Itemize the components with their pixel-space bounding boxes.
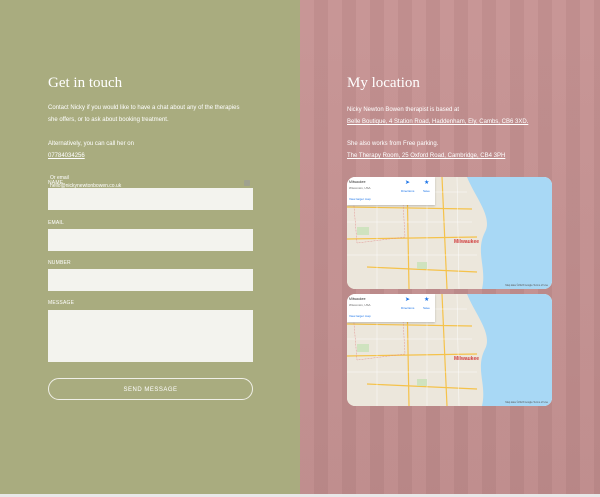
contact-heading: Get in touch	[48, 75, 123, 91]
also-works: She also works from	[347, 141, 402, 147]
map-city-label: Milwaukee	[454, 356, 480, 362]
save-star-icon[interactable]: ★	[424, 179, 429, 186]
email-field-label: EMAIL	[48, 220, 65, 226]
save-link[interactable]: Save	[423, 306, 430, 310]
map-place-card: Milwaukee Wisconsin, USA View larger map…	[347, 294, 435, 322]
save-link[interactable]: Save	[423, 189, 430, 193]
map-place-region: Wisconsin, USA	[349, 303, 371, 307]
address-link-1[interactable]: Belle Boutique, 4 Station Road, Haddenha…	[347, 119, 528, 125]
name-label: NAME	[48, 180, 64, 186]
contact-intro: Contact Nicky if you would like to have …	[48, 102, 268, 126]
message-label: MESSAGE	[48, 300, 75, 306]
call-text: Alternatively, you can call her on	[48, 141, 134, 147]
contact-page: Get in touch Contact Nicky if you would …	[0, 0, 600, 497]
location-info-2: She also works from Free parking. The Th…	[347, 138, 567, 162]
number-label: NUMBER	[48, 260, 71, 266]
field-status-icon	[244, 180, 250, 186]
location-info: Nicky Newton Bowen therapist is based at…	[347, 104, 567, 128]
map-attribution: Map data ©2023 Google Terms of Use	[505, 284, 548, 287]
view-larger-map-link[interactable]: View larger map	[349, 314, 371, 318]
map-place-name: Milwaukee	[349, 180, 366, 184]
view-larger-map-link[interactable]: View larger map	[349, 197, 371, 201]
location-heading: My location	[347, 75, 420, 91]
map-place-card: Milwaukee Wisconsin, USA View larger map…	[347, 177, 435, 205]
location-line-1: Nicky Newton Bowen therapist is based at	[347, 107, 460, 113]
map-embed-1[interactable]: Milwaukee Wisconsin, USA View larger map…	[347, 177, 552, 289]
map-place-name: Milwaukee	[349, 297, 366, 301]
map-city-label: Milwaukee	[454, 239, 480, 245]
address-link-2[interactable]: The Therapy Room, 25 Oxford Road, Cambri…	[347, 153, 505, 159]
name-field[interactable]	[48, 188, 253, 210]
free-parking: Free parking.	[403, 141, 439, 147]
directions-link[interactable]: Directions	[401, 306, 414, 310]
email-field[interactable]	[48, 229, 253, 251]
directions-link[interactable]: Directions	[401, 189, 414, 193]
send-message-button[interactable]: SEND MESSAGE	[48, 378, 253, 400]
contact-call: Alternatively, you can call her on 07784…	[48, 138, 268, 162]
map-place-region: Wisconsin, USA	[349, 186, 371, 190]
map-attribution: Map data ©2023 Google Terms of Use	[505, 401, 548, 404]
map-embed-2[interactable]: Milwaukee Wisconsin, USA View larger map…	[347, 294, 552, 406]
phone-link[interactable]: 07784034256	[48, 153, 85, 159]
location-line-2: She also works from Free parking.	[347, 138, 567, 150]
intro-line-2: she offers, or to ask about booking trea…	[48, 117, 169, 123]
number-field[interactable]	[48, 269, 253, 291]
save-star-icon[interactable]: ★	[424, 296, 429, 303]
message-field[interactable]	[48, 310, 253, 362]
directions-icon[interactable]: ➤	[405, 179, 410, 186]
contact-panel: Get in touch Contact Nicky if you would …	[0, 0, 300, 497]
intro-line-1: Contact Nicky if you would like to have …	[48, 105, 240, 111]
directions-icon[interactable]: ➤	[405, 296, 410, 303]
